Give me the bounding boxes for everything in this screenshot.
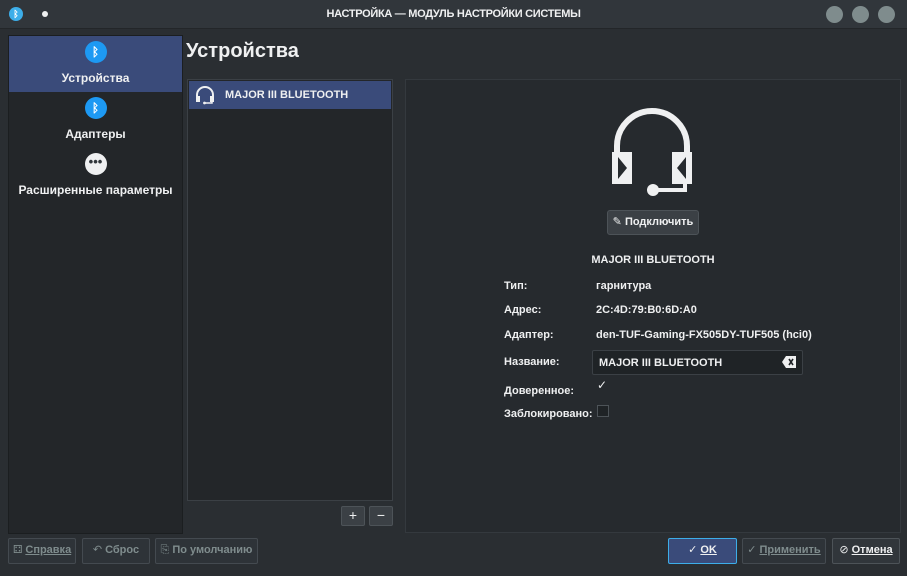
name-label: Название:: [504, 356, 560, 368]
help-icon: ⚃: [12, 544, 23, 556]
device-name: MAJOR III BLUETOOTH: [225, 89, 349, 101]
connect-icon: ✎: [612, 216, 622, 228]
sidebar-item-adapters[interactable]: ᛒ Адаптеры: [9, 92, 182, 148]
name-field[interactable]: MAJOR III BLUETOOTH: [592, 350, 803, 375]
more-icon: •••: [84, 153, 107, 175]
device-details: ✎ Подключить MAJOR III BLUETOOTH Тип: га…: [405, 79, 901, 533]
title-bar: ᛒ НАСТРОЙКА — МОДУЛЬ НАСТРОЙКИ СИСТЕМЫ: [0, 0, 907, 29]
close-button[interactable]: [878, 6, 895, 23]
remove-device-button[interactable]: −: [369, 506, 393, 526]
connect-button[interactable]: ✎ Подключить: [607, 210, 699, 235]
address-label: Адрес:: [504, 304, 542, 316]
reset-button[interactable]: ↶ Сброс: [82, 538, 150, 564]
cancel-icon: ⊘: [839, 544, 849, 556]
adapter-label: Адаптер:: [504, 329, 554, 341]
sidebar-item-label: Адаптеры: [65, 127, 126, 141]
type-label: Тип:: [504, 280, 528, 292]
defaults-button[interactable]: ⎘ По умолчанию: [155, 538, 258, 564]
headset-icon: [612, 108, 692, 196]
defaults-icon: ⎘: [160, 544, 170, 556]
sidebar-item-label: Устройства: [61, 71, 130, 85]
blocked-label: Заблокировано:: [504, 408, 593, 420]
clear-icon[interactable]: [782, 356, 796, 368]
page-title: Устройства: [186, 40, 299, 62]
address-value: 2C:4D:79:B0:6D:A0: [596, 304, 697, 316]
sidebar: ᛒ Устройства ᛒ Адаптеры ••• Расширенные …: [8, 35, 183, 534]
check-icon: ✓: [688, 544, 698, 556]
bluetooth-icon: ᛒ: [84, 97, 107, 119]
sidebar-item-devices[interactable]: ᛒ Устройства: [9, 36, 182, 92]
trusted-label: Доверенное:: [504, 385, 575, 397]
minimize-button[interactable]: [826, 6, 843, 23]
device-heading: MAJOR III BLUETOOTH: [591, 254, 715, 266]
window-title: НАСТРОЙКА — МОДУЛЬ НАСТРОЙКИ СИСТЕМЫ: [326, 8, 581, 20]
maximize-button[interactable]: [852, 6, 869, 23]
ok-button[interactable]: ✓ OK: [668, 538, 737, 564]
bluetooth-icon: ᛒ: [84, 41, 107, 63]
sidebar-item-label: Расширенные параметры: [18, 183, 173, 197]
device-list: MAJOR III BLUETOOTH: [187, 79, 393, 501]
help-button[interactable]: ⚃ Справка: [8, 538, 76, 564]
apply-button[interactable]: ✓ Применить: [742, 538, 826, 564]
add-device-button[interactable]: +: [341, 506, 365, 526]
adapter-value: den-TUF-Gaming-FX505DY-TUF505 (hci0): [596, 329, 812, 341]
list-item[interactable]: MAJOR III BLUETOOTH: [189, 81, 391, 109]
undo-icon: ↶: [92, 544, 103, 556]
blocked-checkbox[interactable]: [597, 405, 609, 417]
trusted-checkbox[interactable]: ✓: [597, 378, 607, 392]
type-value: гарнитура: [596, 280, 652, 292]
headset-icon: [196, 86, 214, 105]
sidebar-item-advanced[interactable]: ••• Расширенные параметры: [9, 148, 182, 204]
check-icon: ✓: [747, 544, 757, 556]
name-field-value: MAJOR III BLUETOOTH: [599, 357, 723, 369]
cancel-button[interactable]: ⊘ Отмена: [832, 538, 900, 564]
